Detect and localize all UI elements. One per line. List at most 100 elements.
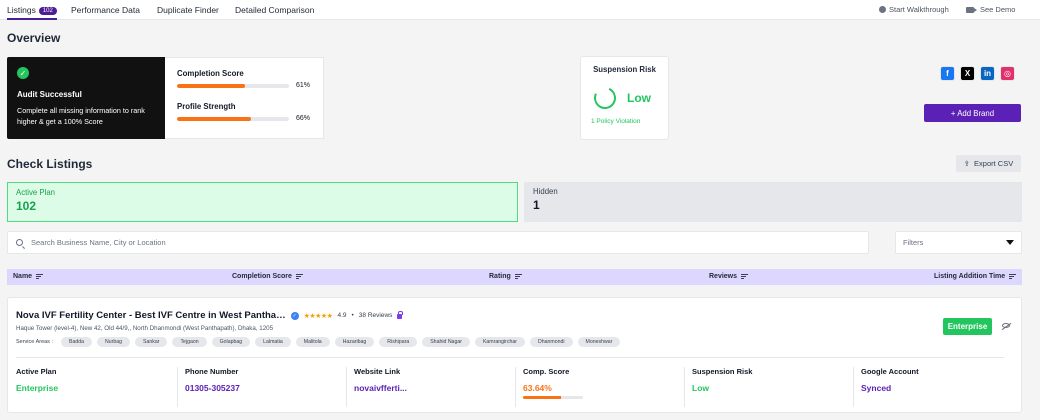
table-header: Name Completion Score Rating Reviews Lis… — [7, 269, 1022, 285]
filters-dropdown[interactable]: Filters — [895, 231, 1022, 254]
listings-count-badge: 102 — [38, 7, 57, 15]
detail-column: Google Account Synced — [853, 367, 1018, 407]
rating-value: 4.9 — [337, 312, 347, 319]
profile-strength-label: Profile Strength — [177, 102, 236, 111]
filters-label: Filters — [903, 238, 924, 247]
detail-value[interactable]: novaivfferti... — [354, 383, 511, 393]
walkthrough-label: Start Walkthrough — [889, 5, 949, 14]
check-listings-title: Check Listings — [7, 157, 93, 171]
completion-score-value: 61% — [296, 82, 311, 89]
audit-card: ✓ Audit Successful Complete all missing … — [7, 57, 165, 139]
service-area-chip: Kamrangirchar — [474, 337, 525, 347]
search-input[interactable] — [31, 238, 831, 247]
listing-title-row: Nova IVF Fertility Center - Best IVF Cen… — [16, 310, 403, 321]
facebook-icon[interactable]: f — [940, 66, 955, 81]
hidden-card[interactable]: Hidden 1 — [524, 182, 1022, 222]
policy-violation-link[interactable]: 1 Policy Violation — [591, 118, 658, 125]
strength-progress-fill — [177, 116, 251, 121]
service-area-chip: Lalmatia — [255, 337, 291, 347]
chevron-down-icon — [1006, 240, 1014, 245]
profile-strength-value: 66% — [296, 115, 311, 122]
linkedin-icon[interactable]: in — [980, 66, 995, 81]
detail-column: Suspension Risk Low — [684, 367, 849, 407]
header-label: Rating — [489, 273, 511, 280]
detail-column: Comp. Score 63.64% — [515, 367, 680, 407]
demo-label: See Demo — [980, 5, 1016, 14]
service-areas: Service Areas : Badda Nurbag Sankar Tejgaon… — [16, 337, 621, 347]
tab-duplicate-finder[interactable]: Duplicate Finder — [157, 5, 219, 15]
sort-icon — [741, 274, 749, 279]
plan-badge: Enterprise — [943, 318, 992, 335]
hidden-count: 1 — [533, 198, 540, 212]
service-area-chip: Golapbag — [211, 337, 251, 347]
detail-column: Phone Number 01305-305237 — [177, 367, 342, 407]
audit-title: Audit Successful — [17, 90, 82, 99]
reviews-count: 38 Reviews — [358, 312, 393, 319]
audit-description: Complete all missing information to rank… — [17, 106, 145, 126]
active-plan-card[interactable]: Active Plan 102 — [7, 182, 518, 222]
detail-value: Low — [692, 383, 709, 393]
detail-value[interactable]: 01305-305237 — [185, 383, 342, 393]
completion-progress-fill — [177, 83, 246, 88]
listing-name[interactable]: Nova IVF Fertility Center - Best IVF Cen… — [16, 310, 286, 321]
suspension-risk-card: Suspension Risk Low 1 Policy Violation — [580, 56, 669, 140]
active-plan-label: Active Plan — [16, 188, 56, 197]
header-completion-score[interactable]: Completion Score — [232, 273, 303, 280]
strength-progress-bar — [177, 116, 289, 121]
tab-listings[interactable]: Listings 102 — [7, 5, 57, 20]
listing-address: Haque Tower (level-4), New 42, Old 44/9,… — [16, 325, 274, 332]
header-name[interactable]: Name — [13, 273, 44, 280]
export-icon: ⇪ — [963, 159, 971, 168]
score-card: Completion Score 61% Profile Strength 66… — [165, 57, 324, 139]
header-listing-addition-time[interactable]: Listing Addition Time — [934, 273, 1017, 280]
service-area-chip: Moneshwar — [577, 337, 621, 347]
header-label: Listing Addition Time — [934, 273, 1006, 280]
service-area-chip: Hazaribag — [334, 337, 375, 347]
header-label: Reviews — [709, 273, 738, 280]
service-area-chip: Shahid Nagar — [422, 337, 470, 347]
risk-gauge-icon — [590, 83, 620, 113]
eye-off-icon[interactable] — [1002, 323, 1010, 328]
suspension-risk-title: Suspension Risk — [593, 65, 656, 74]
listing-card: Nova IVF Fertility Center - Best IVF Cen… — [7, 297, 1022, 413]
sort-icon — [1009, 274, 1017, 279]
start-walkthrough-button[interactable]: Start Walkthrough — [879, 5, 949, 14]
search-icon — [16, 239, 23, 246]
search-bar — [7, 231, 869, 254]
active-plan-count: 102 — [16, 199, 37, 213]
star-rating-icon: ★★★★★ — [303, 312, 333, 320]
detail-label: Google Account — [861, 367, 919, 376]
export-csv-button[interactable]: ⇪ Export CSV — [956, 155, 1021, 172]
comp-score-bar — [523, 396, 583, 399]
comp-score-fill — [523, 396, 562, 399]
see-demo-button[interactable]: See Demo — [966, 5, 1015, 14]
add-brand-button[interactable]: + Add Brand — [924, 104, 1021, 122]
completion-score-label: Completion Score — [177, 69, 244, 78]
completion-progress-bar — [177, 83, 289, 88]
detail-label: Website Link — [354, 367, 401, 376]
x-twitter-icon[interactable]: X — [960, 66, 975, 81]
instagram-icon[interactable]: ◎ — [1000, 66, 1015, 81]
export-label: Export CSV — [974, 159, 1014, 168]
sort-icon — [295, 274, 303, 279]
header-reviews[interactable]: Reviews — [709, 273, 749, 280]
overview-title: Overview — [7, 31, 61, 45]
tab-detailed-comparison[interactable]: Detailed Comparison — [235, 5, 314, 15]
header-label: Completion Score — [232, 273, 292, 280]
header-label: Name — [13, 273, 33, 280]
service-area-chip: Tejgaon — [172, 337, 207, 347]
tab-label: Listings — [7, 5, 36, 15]
service-area-chip: Sankar — [135, 337, 168, 347]
service-area-chip: Rishipara — [379, 337, 418, 347]
tab-performance-data[interactable]: Performance Data — [71, 5, 140, 15]
detail-value[interactable]: Synced — [861, 383, 1018, 393]
verified-icon: ✓ — [290, 311, 299, 320]
suspension-risk-value: Low — [627, 91, 651, 105]
header-rating[interactable]: Rating — [489, 273, 522, 280]
detail-column: Active Plan Enterprise — [16, 367, 181, 407]
detail-label: Active Plan — [16, 367, 57, 376]
detail-label: Suspension Risk — [692, 367, 753, 376]
detail-label: Comp. Score — [523, 367, 570, 376]
divider — [16, 357, 1004, 358]
hidden-label: Hidden — [533, 187, 558, 196]
